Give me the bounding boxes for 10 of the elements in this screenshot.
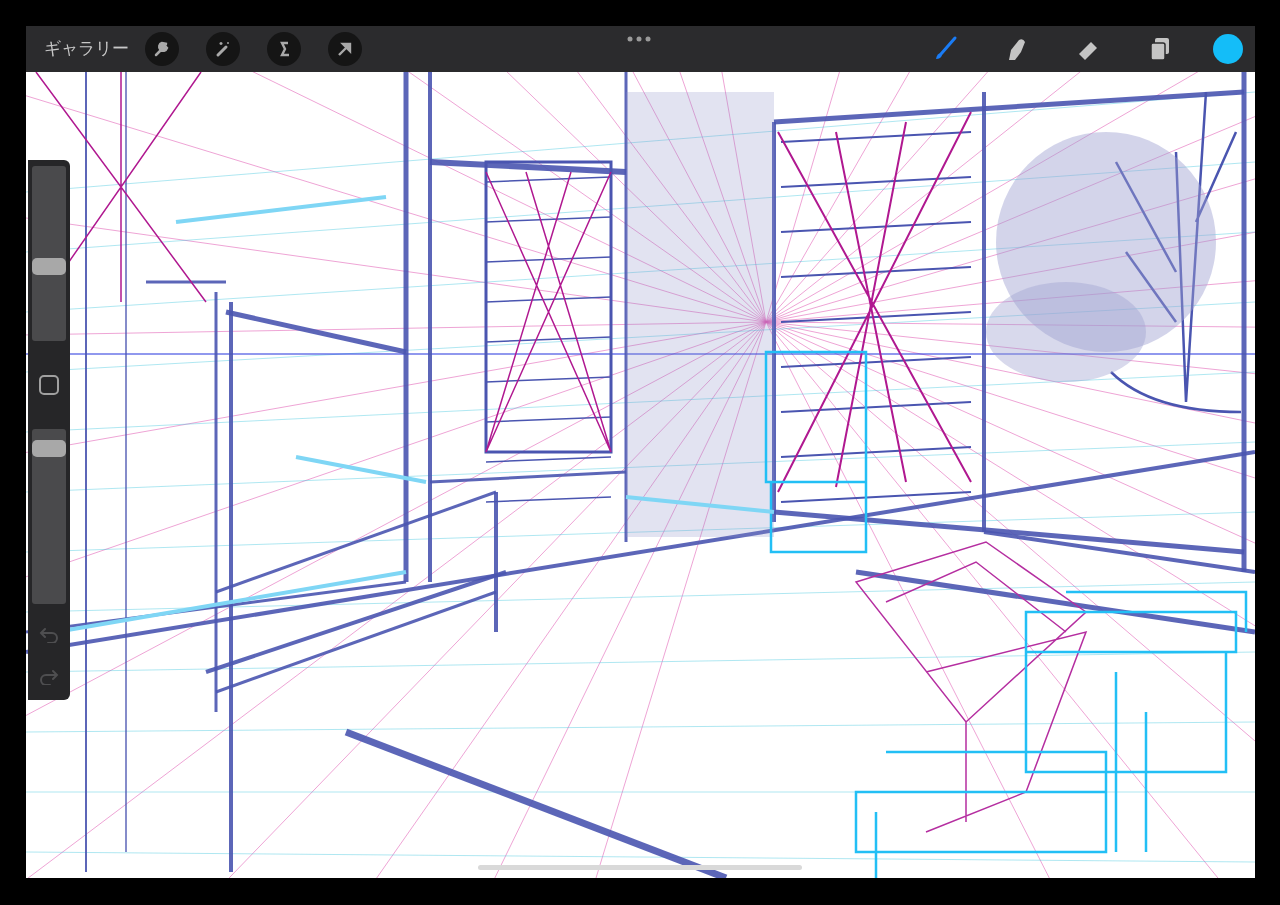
gallery-button[interactable]: ギャラリー <box>44 36 129 62</box>
magic-wand-icon[interactable] <box>206 32 240 66</box>
opacity-slider[interactable] <box>32 429 66 604</box>
more-icon[interactable] <box>627 36 651 42</box>
brush-size-slider[interactable] <box>32 166 66 341</box>
arrow-cursor-icon[interactable] <box>328 32 362 66</box>
slider-thumb[interactable] <box>32 257 66 275</box>
color-swatch[interactable] <box>1213 34 1243 64</box>
modify-button[interactable] <box>39 375 59 395</box>
slider-thumb[interactable] <box>32 440 66 458</box>
